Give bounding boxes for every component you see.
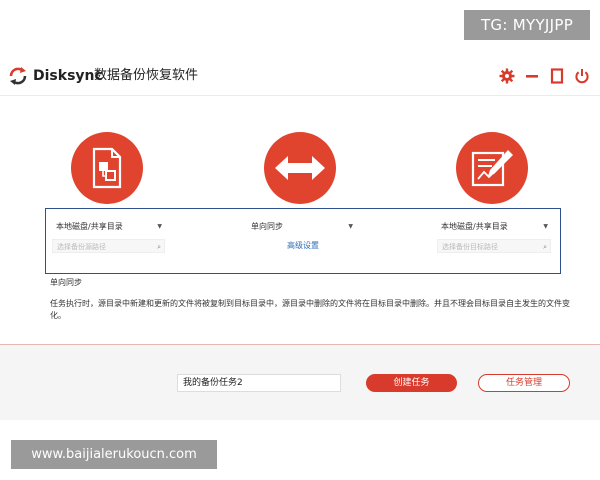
chevron-down-icon: ▼ xyxy=(157,223,162,230)
target-path-input[interactable]: 选择备份目标路径 ⌕ xyxy=(437,239,551,253)
minimize-icon[interactable] xyxy=(522,66,542,86)
refresh-logo-icon xyxy=(9,67,27,85)
target-type-select[interactable]: 本地磁盘/共享目录 ▼ xyxy=(437,220,551,234)
app-title: 数据备份恢复软件 xyxy=(94,68,199,83)
chevron-down-icon: ▼ xyxy=(543,223,548,230)
app-window: Disksync 数据备份恢复软件 本地磁盘/共享目录 ▼ 选择备份源路径 ⌕ … xyxy=(0,56,600,420)
create-task-button[interactable]: 创建任务 xyxy=(366,374,457,392)
task-manage-button[interactable]: 任务管理 xyxy=(478,374,570,392)
source-path-input[interactable]: 选择备份源路径 ⌕ xyxy=(52,239,165,253)
advanced-settings-link[interactable]: 高级设置 xyxy=(270,240,336,251)
source-type-select[interactable]: 本地磁盘/共享目录 ▼ xyxy=(52,220,165,234)
screenshot-stage: TG: MYYJJPP Disksync 数据备份恢复软件 本地磁盘/共享目录 … xyxy=(0,0,600,480)
power-icon[interactable] xyxy=(572,66,592,86)
task-name-input[interactable]: 我的备份任务2 xyxy=(177,374,341,392)
titlebar: Disksync 数据备份恢复软件 xyxy=(0,56,600,96)
edit-document-icon xyxy=(456,132,528,204)
restore-icon[interactable] xyxy=(547,66,567,86)
file-copy-icon xyxy=(71,132,143,204)
sync-mode-value: 单向同步 xyxy=(251,222,283,231)
task-config-panel: 本地磁盘/共享目录 ▼ 选择备份源路径 ⌕ 单向同步 ▼ 高级设置 本地磁盘/共… xyxy=(0,96,600,344)
chevron-down-icon: ▼ xyxy=(348,223,353,230)
search-icon: ⌕ xyxy=(543,243,547,251)
search-icon: ⌕ xyxy=(157,243,161,251)
source-path-placeholder: 选择备份源路径 xyxy=(57,243,106,251)
source-type-value: 本地磁盘/共享目录 xyxy=(56,222,123,231)
watermark-url: www.baijialerukoucn.com xyxy=(11,440,217,469)
mode-label: 单向同步 xyxy=(50,278,82,287)
footer-bar: 我的备份任务2 创建任务 任务管理 xyxy=(0,345,600,420)
brand-name: Disksync xyxy=(33,68,103,84)
watermark-telegram: TG: MYYJJPP xyxy=(464,10,590,40)
sync-mode-select[interactable]: 单向同步 ▼ xyxy=(247,220,356,234)
mode-description: 任务执行时，源目录中新建和更新的文件将被复制到目标目录中，源目录中删除的文件将在… xyxy=(50,299,570,320)
gear-icon[interactable] xyxy=(497,66,517,86)
target-type-value: 本地磁盘/共享目录 xyxy=(441,222,508,231)
target-path-placeholder: 选择备份目标路径 xyxy=(442,243,498,251)
double-arrow-icon xyxy=(264,132,336,204)
